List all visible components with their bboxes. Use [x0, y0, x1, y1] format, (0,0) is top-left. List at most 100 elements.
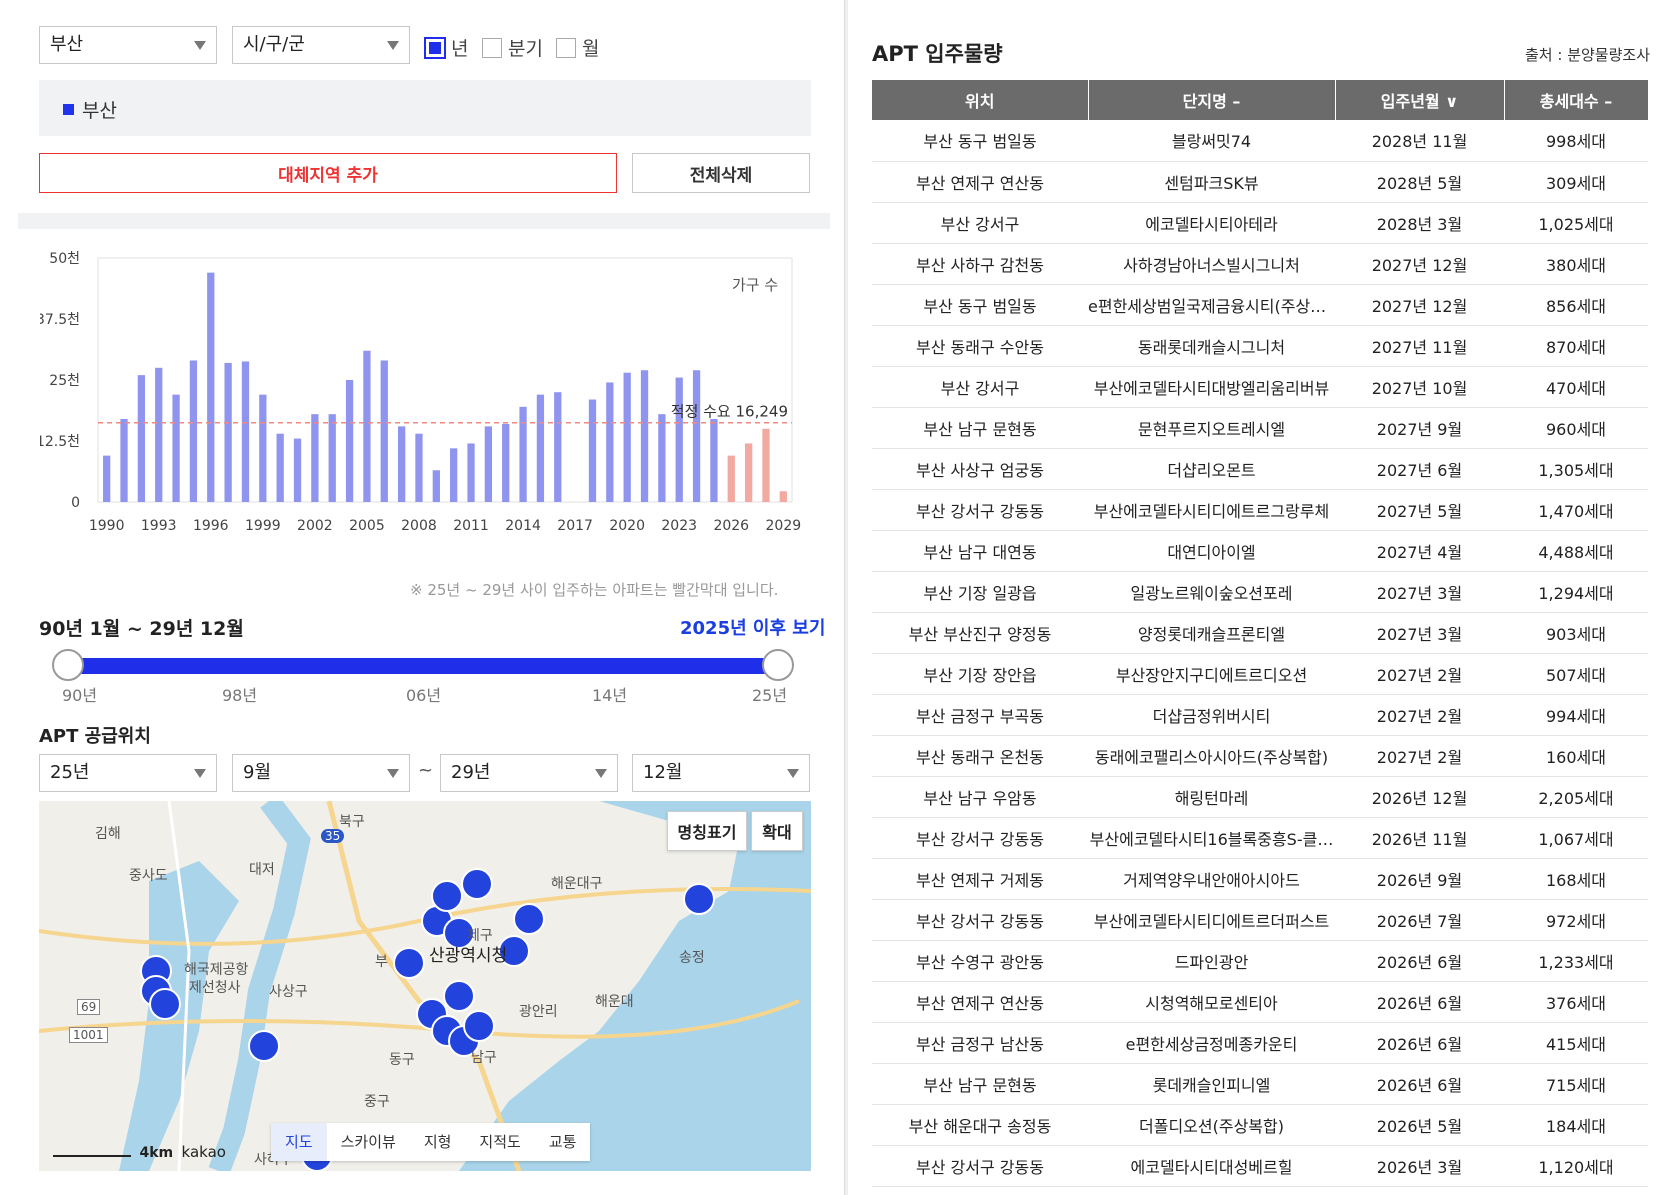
chart-bar[interactable]	[606, 382, 614, 502]
chart-bar[interactable]	[640, 370, 649, 502]
chart-bar[interactable]	[692, 370, 701, 502]
table-row[interactable]: 부산 연제구 연산동 센텀파크SK뷰 2028년 5월 309세대	[872, 161, 1648, 203]
chart-bar[interactable]	[311, 414, 319, 502]
table-row[interactable]: 부산 부산진구 양정동 양정롯데캐슬프론티엘 2027년 3월 903세대	[872, 612, 1648, 654]
chart-bar[interactable]	[623, 372, 631, 502]
chart-bar[interactable]	[380, 360, 388, 502]
map-tab-cadastral[interactable]: 지적도	[465, 1123, 534, 1161]
chart-bar[interactable]	[554, 392, 562, 502]
chart-bar[interactable]	[137, 375, 146, 502]
range-slider-start-handle[interactable]	[52, 649, 84, 681]
range-slider-track[interactable]	[68, 658, 782, 674]
chart-bar[interactable]	[727, 455, 735, 502]
map-zoom-button[interactable]: 확대	[751, 811, 803, 851]
table-row[interactable]: 부산 동구 범일동 e편한세상범일국제금융시티(주상복… 2027년 12월 856세…	[872, 284, 1648, 326]
from-year-select[interactable]: 25년	[39, 754, 217, 792]
chart-bar[interactable]	[658, 414, 666, 502]
chart-bar[interactable]	[450, 448, 458, 502]
supply-map[interactable]: 김해 북구 대저 중사도 해운대구 사상구 산광역시청 해운대 광안리 송정 동…	[39, 801, 811, 1171]
table-row[interactable]: 부산 남구 문현동 롯데캐슬인피니엘 2026년 6월 715세대	[872, 1063, 1648, 1105]
map-tab-traffic[interactable]: 교통	[535, 1123, 591, 1161]
chart-bar[interactable]	[259, 394, 267, 502]
chart-bar[interactable]	[502, 423, 510, 502]
table-row[interactable]: 부산 기장 일광읍 일광노르웨이숲오션포레 2027년 3월 1,294세대	[872, 571, 1648, 613]
table-row[interactable]: 부산 강서구 부산에코델타시티대방엘리움리버뷰 2027년 10월 470세대	[872, 366, 1648, 408]
chart-bar[interactable]	[345, 380, 354, 502]
column-header-units[interactable]: 총세대수 –	[1504, 80, 1649, 120]
map-tab-terrain[interactable]: 지형	[410, 1123, 466, 1161]
map-tab-skyview[interactable]: 스카이뷰	[327, 1123, 410, 1161]
range-slider-end-handle[interactable]	[762, 649, 794, 681]
table-row[interactable]: 부산 연제구 거제동 거제역양우내안애아시아드 2026년 9월 168세대	[872, 858, 1648, 900]
table-row[interactable]: 부산 수영구 광안동 드파인광안 2026년 6월 1,233세대	[872, 940, 1648, 982]
chart-bar[interactable]	[189, 360, 198, 502]
table-row[interactable]: 부산 강서구 강동동 부산에코델타시티디에트르더퍼스트 2026년 7월 972세대	[872, 899, 1648, 941]
column-header-date[interactable]: 입주년월 ∨	[1335, 80, 1505, 120]
column-header-location[interactable]: 위치	[872, 80, 1089, 120]
chart-bar[interactable]	[762, 428, 770, 502]
table-row[interactable]: 부산 남구 대연동 대연디아이엘 2027년 4월 4,488세대	[872, 530, 1648, 572]
add-region-button[interactable]: 대체지역 추가	[39, 153, 617, 193]
chart-bar[interactable]	[467, 443, 475, 502]
cell-move-in-date: 2026년 6월	[1335, 981, 1504, 1023]
table-row[interactable]: 부산 금정구 부곡동 더샵금정위버시티 2027년 2월 994세대	[872, 694, 1648, 736]
chart-bar[interactable]	[397, 426, 406, 502]
chart-bar[interactable]	[328, 414, 336, 502]
view-after-2025-link[interactable]: 2025년 이후 보기	[680, 614, 825, 640]
period-quarter-checkbox[interactable]: 분기	[482, 34, 543, 61]
table-row[interactable]: 부산 기장 장안읍 부산장안지구디에트르디오션 2027년 2월 507세대	[872, 653, 1648, 695]
chart-bar[interactable]	[155, 367, 163, 502]
chart-bar[interactable]	[536, 394, 545, 502]
chart-bar[interactable]	[224, 362, 232, 502]
table-row[interactable]: 부산 강서구 강동동 부산에코델타시티16블록중흥S-클… 2026년 11월 1,0…	[872, 817, 1648, 859]
district-select[interactable]: 시/구/군	[232, 26, 410, 64]
table-row[interactable]: 부산 강서구 에코델타시티아테라 2028년 3월 1,025세대	[872, 202, 1648, 244]
to-year-select[interactable]: 29년	[440, 754, 618, 792]
chart-bar[interactable]	[675, 377, 683, 502]
table-row[interactable]: 부산 사상구 엄궁동 더샵리오몬트 2027년 6월 1,305세대	[872, 448, 1648, 490]
period-month-checkbox[interactable]: 월	[556, 34, 599, 61]
map-tab-map[interactable]: 지도	[271, 1123, 327, 1161]
cell-complex-name: 해링턴마레	[1088, 776, 1335, 818]
chart-bar[interactable]	[710, 419, 718, 502]
table-row[interactable]: 부산 강서구 강동동 에코델타시티대성베르힐 2026년 3월 1,120세대	[872, 1145, 1648, 1187]
chart-bar[interactable]	[207, 272, 215, 502]
district-select-value: 시/구/군	[243, 34, 305, 55]
table-row[interactable]: 부산 동래구 수안동 동래롯데캐슬시그니처 2027년 11월 870세대	[872, 325, 1648, 367]
table-row[interactable]: 부산 강서구 강동동 부산에코델타시티디에트르그랑루체 2027년 5월 1,470세…	[872, 489, 1648, 531]
table-row[interactable]: 부산 남구 문현동 문현푸르지오트레시엘 2027년 9월 960세대	[872, 407, 1648, 449]
table-row[interactable]: 부산 해운대구 송정동 더폴디오션(주상복합) 2026년 5월 184세대	[872, 1104, 1648, 1146]
chevron-down-icon	[194, 41, 206, 50]
table-row[interactable]: 부산 연제구 연산동 시청역해모로센티아 2026년 6월 376세대	[872, 981, 1648, 1023]
chart-bar[interactable]	[432, 470, 440, 502]
table-row[interactable]: 부산 사하구 감천동 사하경남아너스빌시그니처 2027년 12월 380세대	[872, 243, 1648, 285]
to-month-select[interactable]: 12월	[632, 754, 810, 792]
chart-bar[interactable]	[120, 419, 128, 502]
table-row[interactable]: 부산 남구 우암동 해링턴마레 2026년 12월 2,205세대	[872, 776, 1648, 818]
chart-bar[interactable]	[744, 443, 753, 502]
column-header-complex[interactable]: 단지명 –	[1088, 80, 1336, 120]
chart-bar[interactable]	[276, 433, 284, 502]
chart-bar[interactable]	[779, 491, 787, 502]
chart-bar[interactable]	[241, 361, 250, 502]
chart-bar[interactable]	[293, 438, 302, 502]
chart-bar[interactable]	[172, 394, 180, 502]
region-select[interactable]: 부산	[39, 26, 217, 64]
period-year-checkbox[interactable]: 년	[424, 34, 468, 61]
region-chip[interactable]: 부산	[63, 96, 117, 123]
map-names-button[interactable]: 명칭표기	[667, 811, 747, 851]
cell-location: 부산 강서구 강동동	[872, 899, 1088, 941]
table-row[interactable]: 부산 동래구 온천동 동래에코팰리스아시아드(주상복합) 2027년 2월 160세대	[872, 735, 1648, 777]
chart-bar[interactable]	[588, 399, 597, 502]
map-label: 김해	[95, 826, 121, 842]
chart-bar[interactable]	[415, 433, 423, 502]
table-row[interactable]: 부산 동구 범일동 블랑써밋74 2028년 11월 998세대	[872, 120, 1648, 162]
chart-bar[interactable]	[363, 350, 371, 502]
from-month-select[interactable]: 9월	[232, 754, 410, 792]
table-row[interactable]: 부산 금정구 남산동 e편한세상금정메종카운티 2026년 6월 415세대	[872, 1022, 1648, 1064]
chart-bar[interactable]	[519, 406, 527, 502]
chart-bar[interactable]	[484, 426, 493, 502]
chart-bar[interactable]	[103, 455, 111, 502]
x-tick-label: 2008	[401, 518, 437, 534]
delete-all-button[interactable]: 전체삭제	[632, 153, 810, 193]
